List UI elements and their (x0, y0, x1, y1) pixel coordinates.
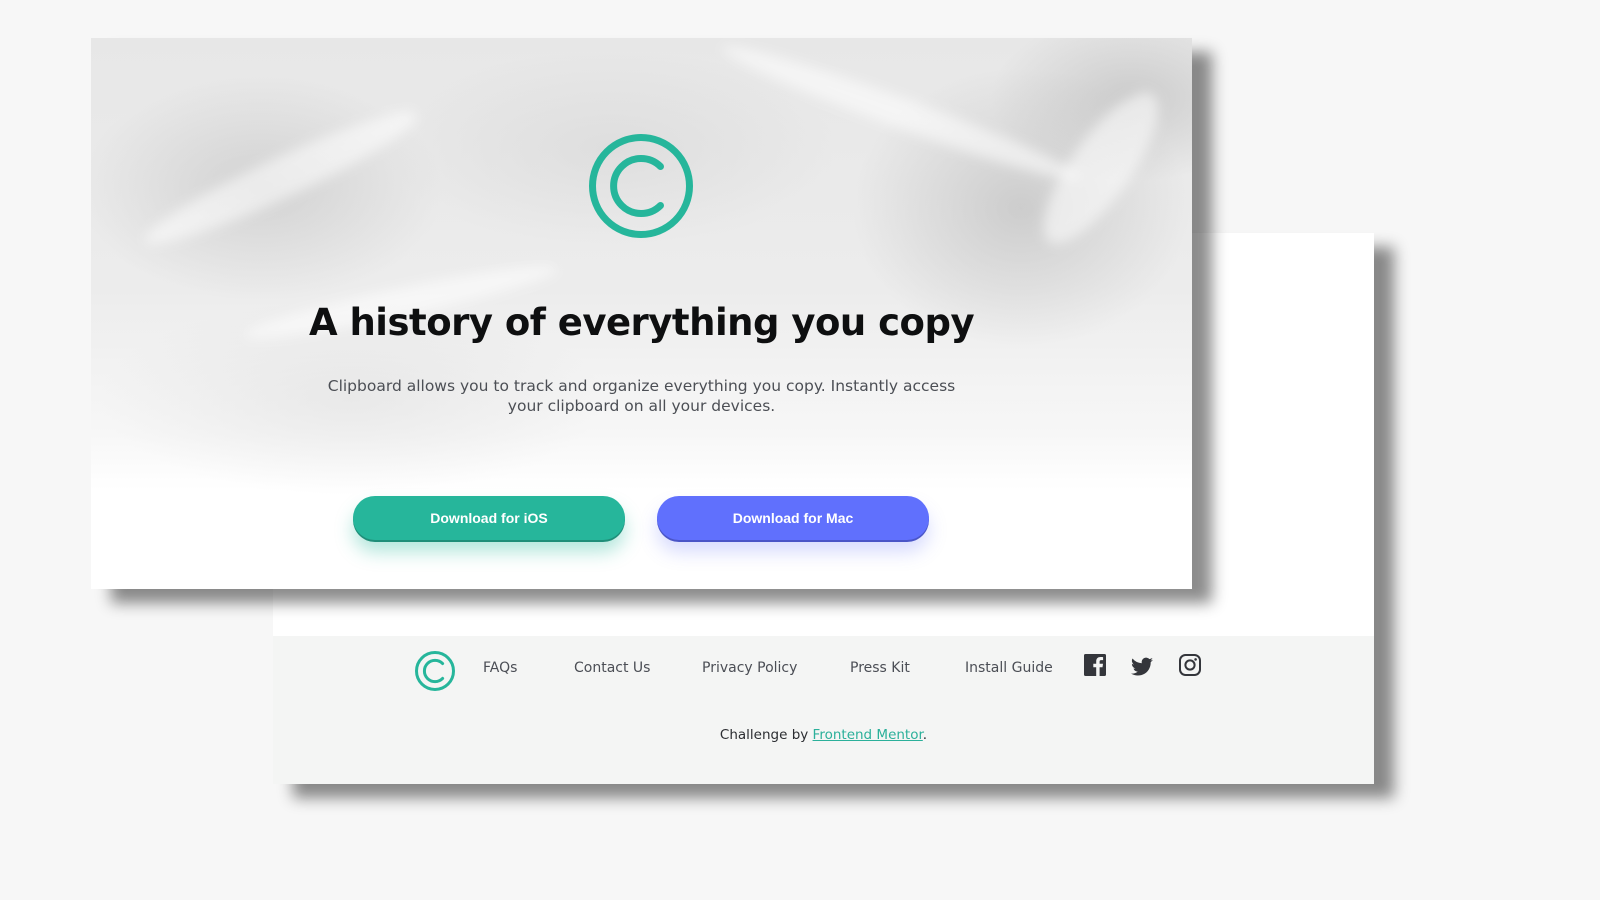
attribution-prefix: Challenge by (719, 727, 813, 743)
footer-link-faqs[interactable]: FAQs (483, 660, 517, 676)
background-texture-streak (136, 96, 426, 260)
page-title: A history of everything you copy (308, 301, 975, 344)
clipboard-logo-icon[interactable] (414, 650, 456, 692)
background-texture-streak (717, 38, 1085, 193)
hero-description: Clipboard allows you to track and organi… (327, 377, 956, 415)
twitter-icon[interactable] (1130, 655, 1154, 679)
footer-link-install-guide[interactable]: Install Guide (965, 660, 1053, 676)
download-ios-button[interactable]: Download for iOS (353, 496, 625, 540)
footer-link-contact-us[interactable]: Contact Us (574, 660, 650, 676)
clipboard-logo-icon (589, 134, 693, 238)
facebook-icon[interactable] (1083, 653, 1107, 677)
footer: FAQs Contact Us Privacy Policy Press Kit… (273, 636, 1374, 784)
frontend-mentor-link[interactable]: Frontend Mentor (813, 727, 923, 743)
download-mac-button[interactable]: Download for Mac (657, 496, 929, 540)
attribution-suffix: . (922, 727, 928, 743)
attribution: Challenge by Frontend Mentor. (273, 727, 1374, 743)
footer-link-press-kit[interactable]: Press Kit (850, 660, 910, 676)
hero-card: A history of everything you copy Clipboa… (91, 38, 1192, 589)
footer-link-privacy-policy[interactable]: Privacy Policy (702, 660, 797, 676)
instagram-icon[interactable] (1178, 653, 1202, 677)
